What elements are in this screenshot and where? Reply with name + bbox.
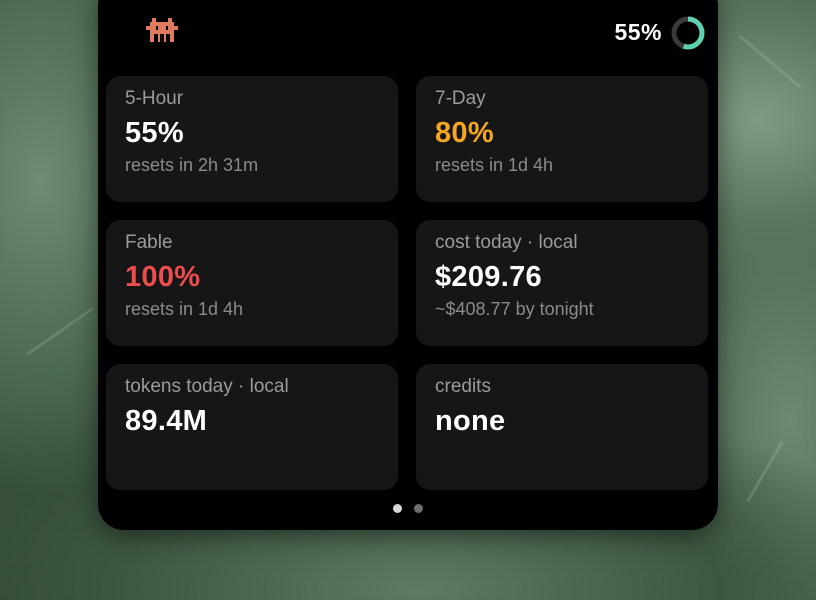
card-subtext: resets in 2h 31m (125, 155, 259, 175)
card-credits[interactable]: credits none (416, 364, 708, 490)
usage-widget[interactable]: 55% 5-Hour 55% resets in 2h 31m 7-Day 80… (98, 0, 718, 530)
card-7-day[interactable]: 7-Day 80% resets in 1d 4h (416, 76, 708, 202)
card-subtext: ~$408.77 by tonight (435, 299, 594, 319)
card-value: 55% (125, 117, 184, 149)
page-dot-2[interactable] (414, 504, 424, 513)
pixel-creature-icon (146, 18, 178, 42)
card-value: 80% (435, 117, 494, 149)
page-indicator (98, 500, 718, 518)
card-tokens-today[interactable]: tokens today · local 89.4M (106, 364, 398, 490)
card-5-hour[interactable]: 5-Hour 55% resets in 2h 31m (106, 76, 398, 202)
card-subtext: resets in 1d 4h (435, 155, 554, 175)
card-value: $209.76 (435, 261, 542, 293)
page-dot-1[interactable] (392, 504, 402, 513)
usage-ring-icon (671, 16, 705, 50)
leaf-vein (746, 440, 784, 503)
card-label: credits (435, 376, 491, 397)
card-label: 5-Hour (125, 88, 184, 109)
session-percent-label: 55% (614, 19, 662, 45)
card-fable[interactable]: Fable 100% resets in 1d 4h (106, 220, 398, 346)
card-label: Fable (125, 232, 173, 253)
card-subtext: resets in 1d 4h (125, 299, 244, 319)
card-cost-today[interactable]: cost today · local $209.76 ~$408.77 by t… (416, 220, 708, 346)
leaf-vein (26, 307, 94, 356)
leaf-vein (738, 34, 802, 89)
card-value: 100% (125, 261, 201, 293)
card-value: none (435, 405, 506, 437)
card-label: 7-Day (435, 88, 486, 109)
card-label: cost today · local (435, 232, 578, 253)
card-value: 89.4M (125, 405, 208, 437)
widget-header: 55% (98, 0, 718, 60)
card-label: tokens today · local (125, 376, 289, 397)
